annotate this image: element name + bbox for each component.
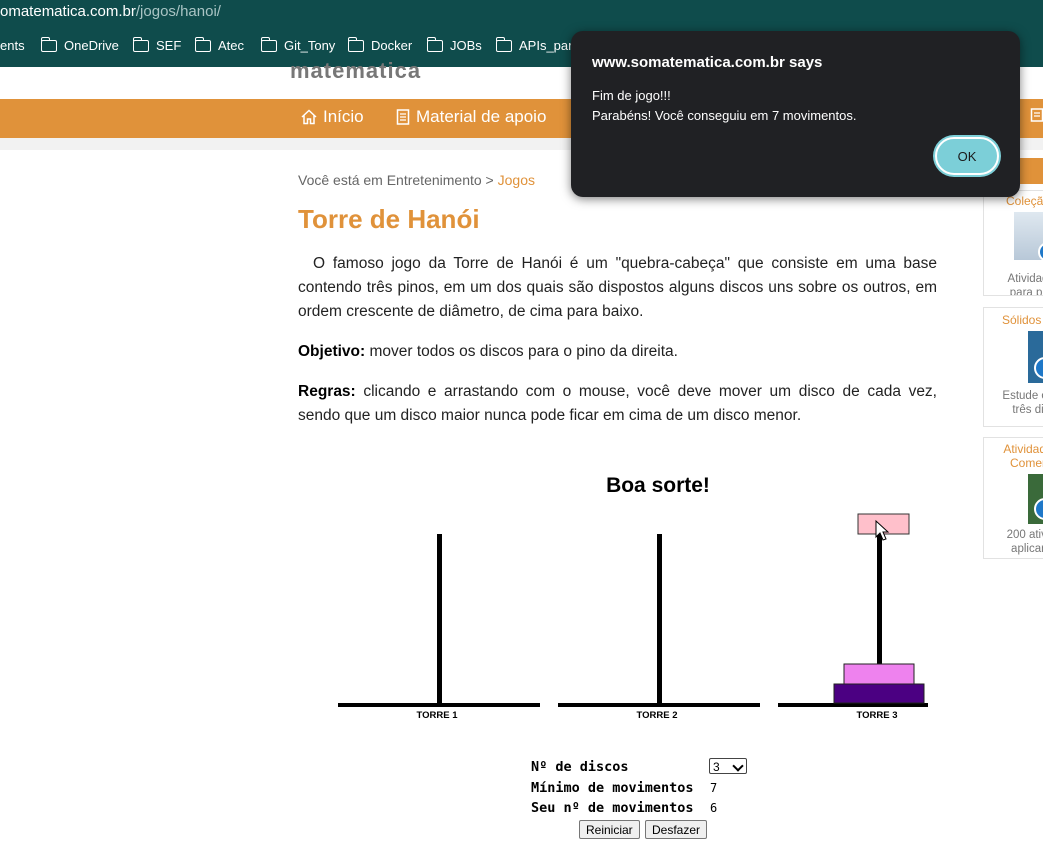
breadcrumb-prefix: Você está em Entretenimento >: [298, 172, 498, 188]
folder-icon: [495, 36, 512, 52]
sidebar-card-title: Atividade: [1003, 442, 1043, 456]
disk-large[interactable]: [833, 683, 925, 704]
sidebar-card-text: Estude os: [1002, 390, 1043, 402]
sidebar-card-text: para pr: [1009, 287, 1043, 296]
sidebar-card-image: [1028, 474, 1043, 524]
bookmark-label: Atec: [218, 38, 245, 53]
folder-icon: [194, 36, 211, 52]
tower-1[interactable]: TORRE 1: [338, 534, 540, 721]
tower-2[interactable]: TORRE 2: [558, 534, 760, 721]
nav-material[interactable]: Material de apoio: [396, 107, 546, 127]
bookmark-label: SEF: [156, 38, 182, 53]
tower-3-label: TORRE 3: [856, 710, 897, 721]
hanoi-board: TORRE 1 TORRE 2 TORRE 3: [338, 513, 928, 721]
sidebar-card-image: [1028, 331, 1043, 383]
nav-more[interactable]: [1030, 107, 1043, 123]
chevron-down-icon: [732, 760, 744, 772]
objective-paragraph: Objetivo: mover todos os discos para o p…: [298, 340, 937, 364]
rules-text: clicando e arrastando com o mouse, você …: [298, 383, 937, 424]
discs-select[interactable]: 3: [709, 758, 747, 774]
tower-1-label: TORRE 1: [416, 710, 458, 721]
document-icon: [396, 109, 410, 125]
home-icon: [301, 109, 317, 125]
site-logo[interactable]: matematica: [290, 60, 421, 80]
folder-icon: [40, 36, 57, 52]
sidebar-card-title: Sólidos G: [1002, 313, 1043, 327]
address-bar[interactable]: omatematica.com.br/jogos/hanoi/: [0, 0, 1043, 28]
download-icon: [1034, 357, 1043, 379]
reset-button[interactable]: Reiniciar: [579, 820, 640, 839]
game-heading: Boa sorte!: [606, 474, 710, 497]
url-host: omatematica.com.br: [0, 3, 136, 20]
your-moves-value: 6: [710, 801, 718, 815]
tower-2-peg: [657, 534, 662, 704]
folder-icon: [132, 36, 149, 52]
folder-icon: [426, 36, 443, 52]
sidebar-card-image: [1014, 212, 1043, 262]
tower-1-peg: [437, 534, 442, 704]
min-moves-value: 7: [710, 781, 718, 795]
discs-select-value: 3: [713, 760, 720, 774]
bookmark-folder-sef[interactable]: SEF: [132, 36, 182, 53]
sidebar-card-text: 200 ativi: [1006, 529, 1043, 541]
sidebar-card-text: Atividad: [1007, 273, 1043, 285]
dialog-message-line2: Parabéns! Você conseguiu em 7 movimentos…: [592, 108, 857, 123]
folder-icon: [347, 36, 364, 52]
bookmark-label: Git_Tony: [284, 38, 336, 53]
tower-3-base: [778, 703, 928, 707]
bookmark-folder-docker[interactable]: Docker: [347, 36, 413, 53]
folder-icon: [260, 36, 277, 52]
nav-home[interactable]: Início: [301, 107, 364, 127]
intro-paragraph: O famoso jogo da Torre de Hanói é um "qu…: [298, 255, 937, 320]
sidebar-card-solidos[interactable]: Sólidos G Estude os três di: [983, 307, 1043, 427]
dialog-ok-button[interactable]: OK: [935, 137, 999, 175]
breadcrumb: Você está em Entretenimento > Jogos: [298, 172, 535, 188]
download-icon: [1034, 498, 1043, 520]
download-icon: [1038, 242, 1043, 262]
sidebar-card-atividades[interactable]: Atividade Comer 200 ativi aplicar: [983, 437, 1043, 559]
sidebar-card-text: três di: [1012, 404, 1043, 416]
nav-material-label: Material de apoio: [416, 107, 547, 126]
breadcrumb-link-jogos[interactable]: Jogos: [498, 172, 535, 188]
dialog-message-line1: Fim de jogo!!!: [592, 88, 671, 103]
tower-3[interactable]: TORRE 3: [778, 534, 928, 721]
bookmark-label: OneDrive: [64, 38, 119, 53]
sidebar-card-title-line2: Comer: [1009, 456, 1043, 470]
bookmark-label: Docker: [371, 38, 413, 53]
bookmark-label: ents: [0, 38, 25, 53]
sidebar-card-colecao[interactable]: Coleção Atividad para pr: [983, 190, 1043, 296]
bookmark-folder-jobs[interactable]: JOBs: [426, 36, 482, 53]
discs-label: Nº de discos: [531, 759, 629, 775]
rules-paragraph: Regras: clicando e arrastando com o mous…: [298, 380, 937, 428]
objective-text: mover todos os discos para o pino da dir…: [365, 343, 678, 360]
alert-dialog: www.somatematica.com.br says Fim de jogo…: [571, 31, 1020, 197]
undo-button[interactable]: Desfazer: [645, 820, 708, 839]
nav-home-label: Início: [323, 107, 364, 126]
book-icon: [1030, 108, 1043, 122]
your-moves-label: Seu nº de movimentos: [531, 800, 694, 816]
bookmark-folder-atec[interactable]: Atec: [194, 36, 245, 53]
dialog-message: Fim de jogo!!! Parabéns! Você conseguiu …: [592, 86, 856, 126]
min-moves-label: Mínimo de movimentos: [531, 780, 694, 796]
bookmark-item[interactable]: ents: [0, 38, 25, 53]
bookmark-folder-git-tony[interactable]: Git_Tony: [260, 36, 336, 53]
bookmark-label: JOBs: [450, 38, 482, 53]
dialog-origin: www.somatematica.com.br says: [592, 54, 823, 71]
bookmark-folder-apis[interactable]: APIs_para: [495, 36, 580, 53]
rules-label: Regras:: [298, 383, 356, 400]
objective-label: Objetivo:: [298, 343, 366, 360]
page-title: Torre de Hanói: [298, 204, 480, 234]
url-path: /jogos/hanoi/: [135, 3, 221, 20]
tower-2-label: TORRE 2: [636, 710, 677, 721]
disk-medium[interactable]: [843, 663, 915, 685]
bookmark-folder-onedrive[interactable]: OneDrive: [40, 36, 119, 53]
sidebar-card-text: aplicar: [1011, 543, 1043, 555]
